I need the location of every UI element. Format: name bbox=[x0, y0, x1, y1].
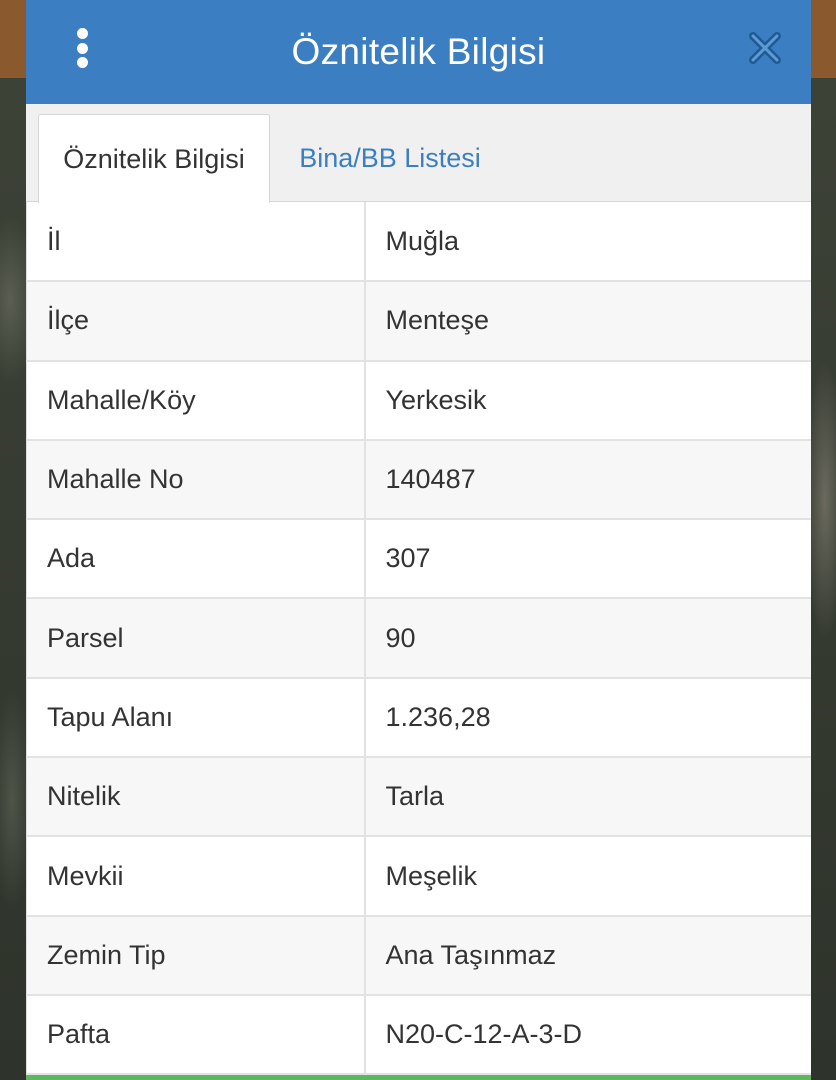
table-row: Mahalle/Köy Yerkesik bbox=[26, 360, 811, 441]
attribute-table: İl Muğla İlçe Menteşe Mahalle/Köy Yerkesik Mah… bbox=[26, 202, 811, 1076]
attribute-key: Pafta bbox=[26, 994, 366, 1076]
tab-bar: Öznitelik Bilgisi Bina/BB Listesi bbox=[26, 104, 811, 203]
table-row: İl Muğla bbox=[26, 202, 811, 283]
attribute-value: 1.236,28 bbox=[364, 677, 811, 759]
attribute-value: Meşelik bbox=[364, 836, 811, 917]
attribute-key: Tapu Alanı bbox=[26, 677, 366, 759]
attribute-value: Muğla bbox=[364, 202, 811, 283]
table-row: Tapu Alanı 1.236,28 bbox=[26, 677, 811, 759]
table-row: Parsel 90 bbox=[26, 598, 811, 679]
table-row: Pafta N20-C-12-A-3-D bbox=[26, 994, 811, 1076]
attribute-key: Nitelik bbox=[26, 757, 366, 838]
attribute-value: Ana Taşınmaz bbox=[364, 915, 811, 996]
tab-attribute-info[interactable]: Öznitelik Bilgisi bbox=[38, 114, 270, 203]
attribute-value: Tarla bbox=[364, 757, 811, 838]
modal-header: Öznitelik Bilgisi bbox=[26, 0, 811, 104]
attribute-info-modal: Öznitelik Bilgisi Öznitelik Bilgisi Bina… bbox=[26, 0, 811, 1080]
attribute-key: İl bbox=[26, 202, 366, 283]
attribute-value: 140487 bbox=[364, 439, 811, 521]
tab-building-list[interactable]: Bina/BB Listesi bbox=[290, 114, 490, 203]
table-row: Ada 307 bbox=[26, 519, 811, 600]
table-row: Nitelik Tarla bbox=[26, 757, 811, 838]
attribute-key: Zemin Tip bbox=[26, 915, 366, 996]
table-row: İlçe Menteşe bbox=[26, 281, 811, 362]
modal-title: Öznitelik Bilgisi bbox=[291, 31, 546, 72]
table-row: Zemin Tip Ana Taşınmaz bbox=[26, 915, 811, 996]
attribute-value: Menteşe bbox=[364, 281, 811, 362]
bottom-accent-bar bbox=[26, 1075, 811, 1080]
table-row: Mahalle No 140487 bbox=[26, 439, 811, 521]
attribute-key: Ada bbox=[26, 519, 366, 600]
close-icon[interactable] bbox=[747, 30, 783, 66]
table-row: Mevkii Meşelik bbox=[26, 836, 811, 917]
attribute-key: İlçe bbox=[26, 281, 366, 362]
attribute-key: Mevkii bbox=[26, 836, 366, 917]
attribute-key: Mahalle No bbox=[26, 439, 366, 521]
attribute-key: Parsel bbox=[26, 598, 366, 679]
vertical-dots-icon[interactable] bbox=[66, 26, 98, 70]
attribute-value: 307 bbox=[364, 519, 811, 600]
attribute-value: 90 bbox=[364, 598, 811, 679]
attribute-value: N20-C-12-A-3-D bbox=[364, 994, 811, 1076]
attribute-value: Yerkesik bbox=[364, 360, 811, 441]
attribute-key: Mahalle/Köy bbox=[26, 360, 366, 441]
